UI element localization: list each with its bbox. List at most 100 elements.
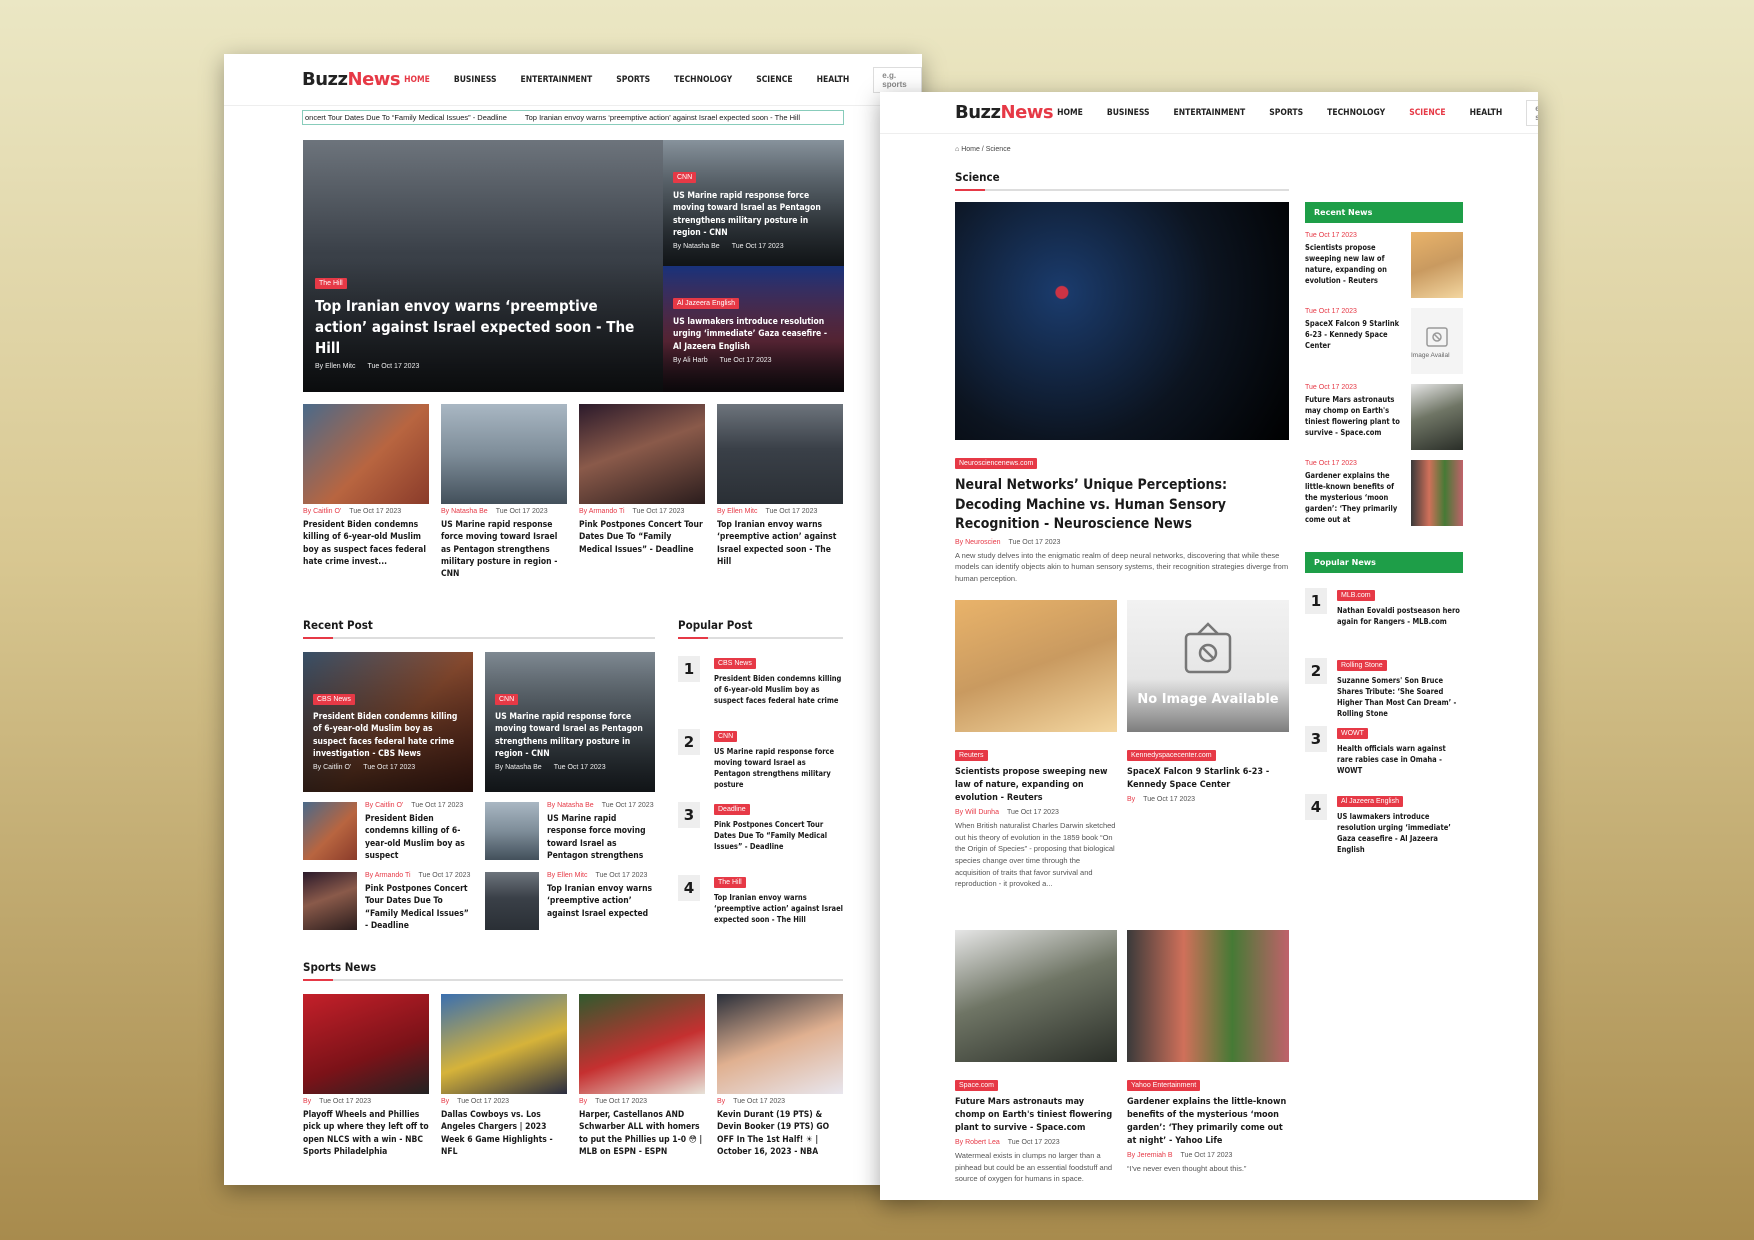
date: Tue Oct 17 2023 [719, 356, 772, 364]
source-badge: Neurosciencenews.com [955, 458, 1038, 469]
source-badge: The Hill [714, 877, 746, 888]
nav-sports[interactable]: SPORTS [616, 75, 650, 85]
sidebar-recent-item[interactable]: Tue Oct 17 2023 Gardener explains the lit… [1305, 460, 1463, 532]
headline: US Marine rapid response force moving to… [495, 712, 643, 759]
author: By [441, 1098, 450, 1105]
headline: Scientists propose sweeping new law of n… [1305, 243, 1387, 285]
nav-health[interactable]: HEALTH [1470, 108, 1503, 118]
author: By Natasha Be [673, 243, 720, 251]
excerpt: A new study delves into the enigmatic re… [955, 550, 1289, 584]
grid-card[interactable]: By Ellen Mitc Tue Oct 17 2023 Top Iranian… [717, 404, 843, 568]
source-badge: CNN [714, 731, 738, 742]
nav-business[interactable]: BUSINESS [1107, 108, 1150, 118]
author: By Ellen Mitc [315, 363, 356, 370]
search-input[interactable]: e.g. sports [1526, 99, 1538, 126]
nav-sports[interactable]: SPORTS [1269, 108, 1303, 118]
hero-main-card[interactable]: The Hill Top Iranian envoy warns ‘preemp… [303, 140, 663, 392]
date: Tue Oct 17 2023 [595, 1098, 648, 1105]
rank-number: 4 [678, 875, 700, 901]
source-badge: CBS News [313, 694, 355, 705]
source-badge: Al Jazeera English [673, 298, 739, 309]
recent-small-card[interactable]: By Natasha Be Tue Oct 17 2023 US Marine r… [485, 802, 655, 864]
popular-item[interactable]: 3 Deadline Pink Postpones Concert Tour D… [678, 798, 843, 864]
headline: US Marine rapid response force moving to… [547, 814, 646, 861]
nav-science[interactable]: SCIENCE [1409, 108, 1445, 118]
recent-small-card[interactable]: By Ellen Mitc Tue Oct 17 2023 Top Iranian… [485, 872, 655, 934]
page-title: Science [955, 170, 1289, 191]
nav-science[interactable]: SCIENCE [756, 75, 792, 85]
author: By [1127, 796, 1136, 804]
article-card[interactable]: Yahoo Entertainment Gardener explains th… [1127, 930, 1289, 1175]
sidebar-heading-popular-news: Popular News [1305, 552, 1463, 573]
headline: Neural Networks’ Unique Perceptions: Dec… [955, 477, 1228, 533]
sidebar-popular-item[interactable]: 4 Al Jazeera English US lawmakers introdu… [1305, 790, 1463, 856]
sidebar-recent-item[interactable]: Tue Oct 17 2023 Future Mars astronauts ma… [1305, 384, 1463, 454]
author: By Natasha Be [547, 802, 594, 809]
nav-technology[interactable]: TECHNOLOGY [1327, 108, 1385, 118]
nav-home[interactable]: HOME [404, 75, 430, 85]
recent-big-card[interactable]: CNN US Marine rapid response force movin… [485, 652, 655, 792]
recent-small-card[interactable]: By Caitlin O' Tue Oct 17 2023 President B… [303, 802, 473, 864]
headline: Top Iranian envoy warns ‘preemptive acti… [315, 297, 635, 357]
popular-item[interactable]: 4 The Hill Top Iranian envoy warns ‘pree… [678, 871, 843, 937]
date: Tue Oct 17 2023 [765, 508, 818, 515]
source-badge: Yahoo Entertainment [1127, 1080, 1201, 1091]
home-icon[interactable]: ⌂ [955, 146, 959, 153]
science-page-mockup: BuzzNews HOME BUSINESS ENTERTAINMENT SPO… [880, 92, 1538, 1200]
sidebar-popular-item[interactable]: 3 WOWT Health officials warn against rare… [1305, 722, 1463, 788]
nav-health[interactable]: HEALTH [817, 75, 850, 85]
logo[interactable]: BuzzNews [955, 102, 1054, 123]
feature-article[interactable]: Neurosciencenews.com Neural Networks’ Un… [955, 452, 1289, 585]
grid-card[interactable]: By Armando Ti Tue Oct 17 2023 Pink Postpo… [579, 404, 705, 556]
article-card[interactable]: Reuters Scientists propose sweeping new … [955, 600, 1117, 890]
sports-card[interactable]: By Tue Oct 17 2023 Kevin Durant (19 PTS) … [717, 994, 843, 1158]
date: Tue Oct 17 2023 [733, 1098, 786, 1105]
date: Tue Oct 17 2023 [411, 802, 464, 809]
headline: Top Iranian envoy warns ‘preemptive acti… [714, 893, 843, 924]
no-image-icon [1426, 327, 1448, 347]
date: Tue Oct 17 2023 [1305, 384, 1357, 391]
thumbnail [579, 404, 705, 504]
feature-image[interactable] [955, 202, 1289, 440]
nav-business[interactable]: BUSINESS [454, 75, 497, 85]
excerpt: Watermeal exists in clumps no larger tha… [955, 1151, 1113, 1184]
sidebar-popular-item[interactable]: 2 Rolling Stone Suzanne Somers' Son Bruce… [1305, 654, 1463, 720]
hero-side-card[interactable]: CNN US Marine rapid response force movin… [663, 140, 844, 266]
search-input[interactable]: e.g. sports [873, 66, 922, 93]
sidebar-popular-item[interactable]: 1 MLB.com Nathan Eovaldi postseason hero … [1305, 584, 1463, 650]
sports-card[interactable]: By Tue Oct 17 2023 Harper, Castellanos AN… [579, 994, 705, 1158]
popular-item[interactable]: 2 CNN US Marine rapid response force mov… [678, 725, 843, 791]
sidebar-recent-item[interactable]: Tue Oct 17 2023 Scientists propose sweepi… [1305, 232, 1463, 302]
grid-card[interactable]: By Caitlin O' Tue Oct 17 2023 President B… [303, 404, 429, 568]
sidebar-recent-item[interactable]: Tue Oct 17 2023 SpaceX Falcon 9 Starlink … [1305, 308, 1463, 378]
thumbnail [1411, 460, 1463, 526]
sports-card[interactable]: By Tue Oct 17 2023 Dallas Cowboys vs. Los… [441, 994, 567, 1158]
nav-entertainment[interactable]: ENTERTAINMENT [1174, 108, 1246, 118]
breadcrumb-text[interactable]: Home / Science [961, 146, 1010, 153]
no-image-label: Image Availal [1411, 352, 1450, 359]
logo[interactable]: BuzzNews [302, 69, 401, 90]
popular-item[interactable]: 1 CBS News President Biden condemns kill… [678, 652, 843, 718]
sports-card[interactable]: By Tue Oct 17 2023 Playoff Wheels and Phi… [303, 994, 429, 1158]
hero-side-card[interactable]: Al Jazeera English US lawmakers introduc… [663, 266, 844, 392]
ticker-item[interactable]: Top Iranian envoy warns ‘preemptive acti… [525, 113, 800, 122]
headline: Future Mars astronauts may chomp on Eart… [1305, 395, 1400, 437]
author: By [579, 1098, 588, 1105]
recent-small-card[interactable]: By Armando Ti Tue Oct 17 2023 Pink Postpo… [303, 872, 473, 934]
article-card[interactable]: No Image Available Kennedyspacecenter.co… [1127, 600, 1289, 807]
no-image-label: No Image Available [1137, 692, 1279, 707]
recent-big-card[interactable]: CBS News President Biden condemns killin… [303, 652, 473, 792]
nav-entertainment[interactable]: ENTERTAINMENT [521, 75, 593, 85]
thumbnail: No Image Available [1127, 600, 1289, 732]
thumbnail [303, 994, 429, 1094]
article-card[interactable]: Space.com Future Mars astronauts may cho… [955, 930, 1117, 1185]
ticker-item[interactable]: oncert Tour Dates Due To “Family Medical… [305, 113, 507, 122]
nav-technology[interactable]: TECHNOLOGY [674, 75, 732, 85]
headline: Future Mars astronauts may chomp on Eart… [955, 1097, 1113, 1134]
headline: Health officials warn against rare rabie… [1337, 744, 1446, 775]
headline: SpaceX Falcon 9 Starlink 6-23 - Kennedy … [1305, 319, 1400, 350]
nav-home[interactable]: HOME [1057, 108, 1083, 118]
grid-card[interactable]: By Natasha Be Tue Oct 17 2023 US Marine r… [441, 404, 567, 581]
date: Tue Oct 17 2023 [601, 802, 654, 809]
no-image-icon [1184, 622, 1232, 674]
